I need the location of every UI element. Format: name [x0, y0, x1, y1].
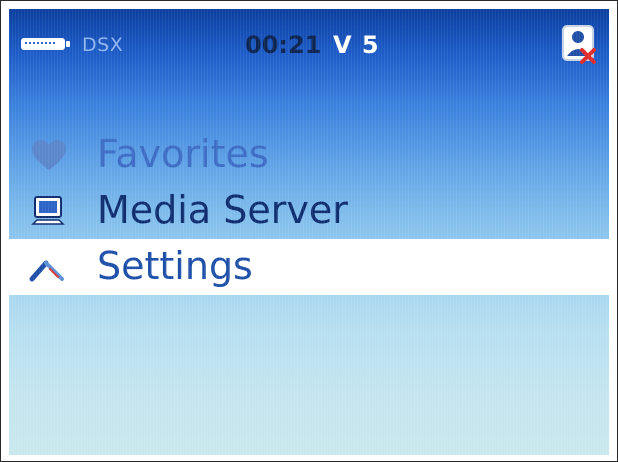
version-label: V 5: [333, 31, 380, 59]
menu-item-media-server[interactable]: Media Server: [9, 183, 609, 239]
device-label: DSX: [82, 34, 124, 56]
status-bar: DSX 00:21 V 5: [9, 9, 609, 79]
menu-item-favorites[interactable]: Favorites: [9, 127, 609, 183]
menu-item-label: Media Server: [97, 188, 348, 232]
menu-item-label: Favorites: [97, 132, 269, 176]
main-menu: Favorites Media Server Settings: [9, 127, 609, 295]
battery-icon: [21, 38, 70, 50]
menu-item-settings[interactable]: Settings: [9, 239, 609, 295]
heart-icon: [32, 140, 66, 170]
user-remove-icon[interactable]: [561, 23, 597, 67]
computer-icon: [31, 196, 65, 225]
menu-item-label: Settings: [97, 244, 253, 288]
wrench-icon: [29, 260, 64, 282]
clock: 00:21: [245, 31, 322, 59]
device-frame: DSX 00:21 V 5 Favorites Media Server Set…: [0, 0, 618, 462]
device-screen: DSX 00:21 V 5 Favorites Media Server Set…: [9, 9, 609, 455]
